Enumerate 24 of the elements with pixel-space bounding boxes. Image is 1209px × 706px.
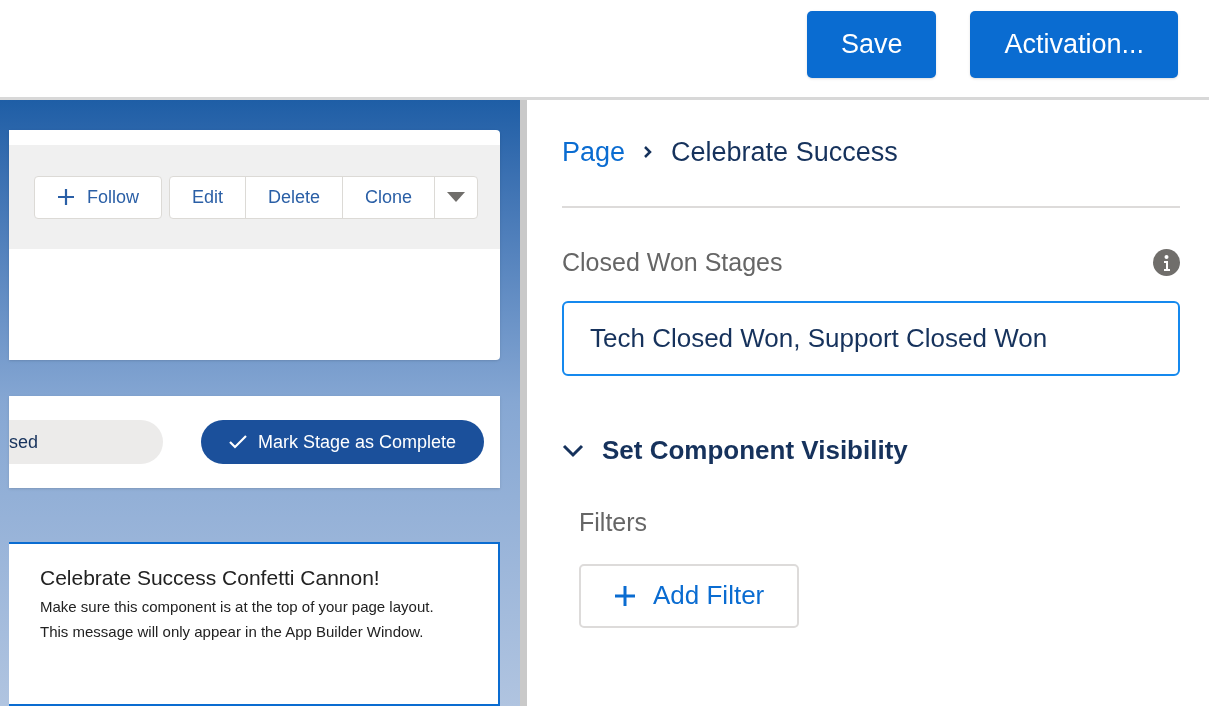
path-stage[interactable]: sed [9,420,163,464]
check-icon [228,435,247,449]
breadcrumb-current: Celebrate Success [671,136,898,169]
plus-icon [614,584,636,607]
header-button[interactable]: Activation... [970,11,1178,78]
caret-icon [447,192,465,202]
follow-button[interactable]: Follow [33,175,162,219]
component-message: Make sure this component is at the top of your page layout. [40,596,435,617]
plus-icon [56,188,75,206]
header-button[interactable]: Save [806,11,937,78]
info-icon [1153,248,1180,276]
stages-input[interactable]: Tech Closed Won, Support Closed Won [562,301,1180,376]
action-button[interactable]: Clone [342,176,435,218]
action-button[interactable]: Edit [169,176,246,218]
visibility-section-header[interactable]: Set Component Visibility [562,431,1180,470]
field-label: Closed Won Stages [562,246,783,278]
component-title: Celebrate Success Confetti Cannon! [40,565,381,591]
add-filter-button[interactable]: Add Filter [579,563,800,628]
chevron-right-icon [643,145,654,160]
component-message: This message will only appear in the App Builder Window. [40,621,425,642]
breadcrumb-link[interactable]: Page [562,132,626,173]
filters-label: Filters [579,507,648,538]
mark-complete-button[interactable]: Mark Stage as Complete [200,420,484,464]
action-button[interactable]: Delete [245,176,343,218]
